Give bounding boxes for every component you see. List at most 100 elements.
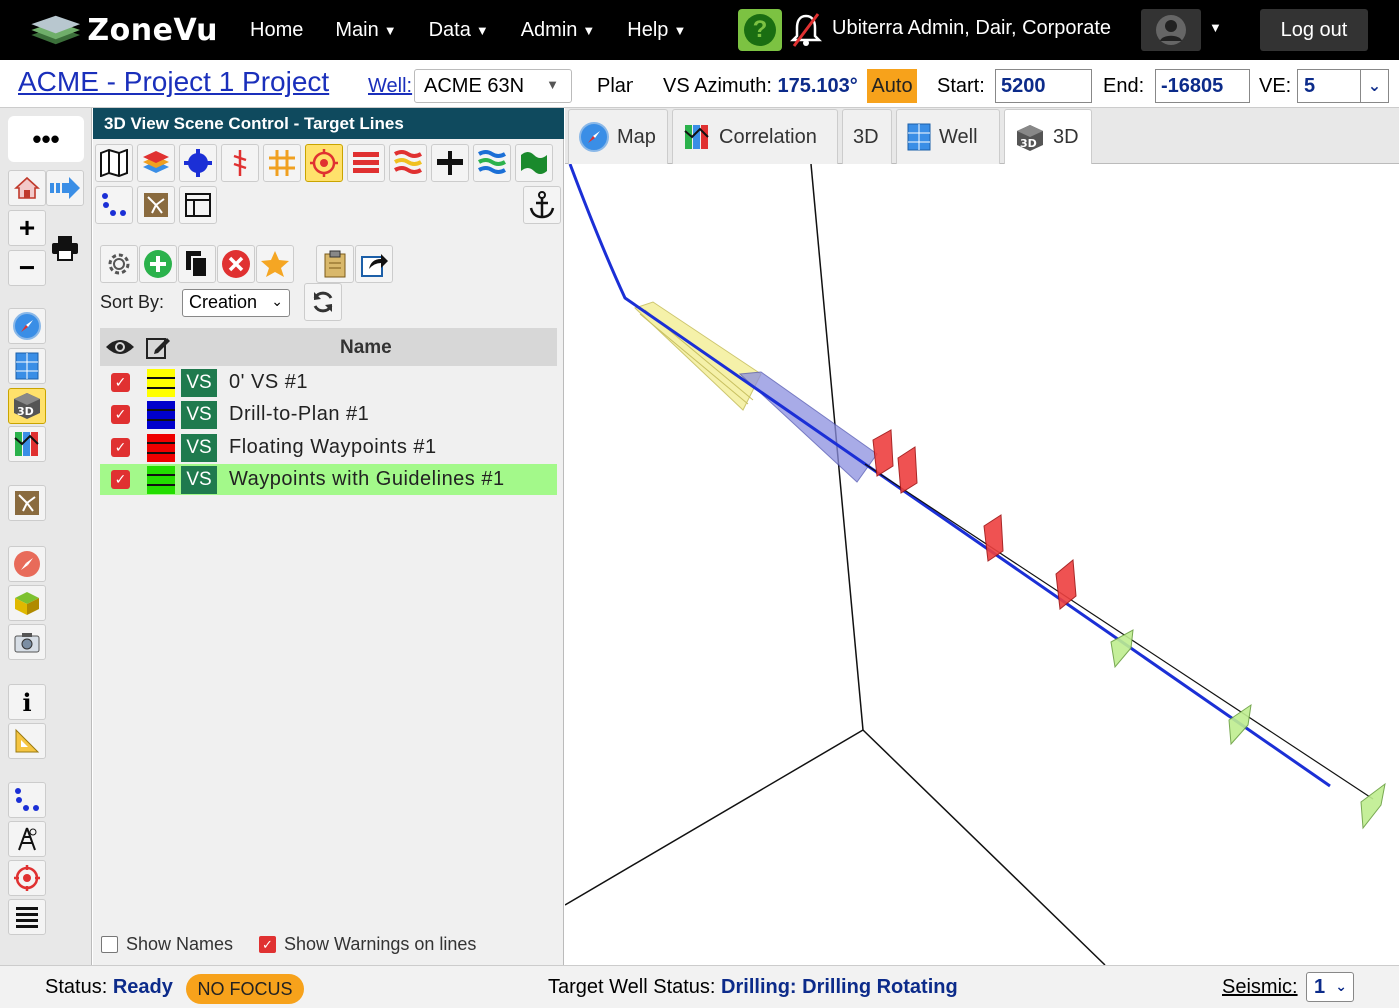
target-button[interactable]	[8, 860, 46, 896]
show-names-checkbox[interactable]	[101, 936, 118, 953]
zonevu-logo[interactable]: ZoneVu	[28, 9, 218, 51]
layers-button[interactable]	[137, 144, 175, 182]
project-title-link[interactable]: ACME - Project 1 Project	[18, 66, 329, 98]
nav-data[interactable]: Data ▼	[429, 19, 489, 42]
well-label-link[interactable]: Well:	[368, 75, 412, 98]
table-row[interactable]: ✓ VS 0' VS #1	[100, 367, 557, 398]
info-button[interactable]: i	[8, 684, 46, 720]
view-tabs: Map Correlation 3D Well 3D 3D	[565, 108, 1399, 165]
correlation-view-button[interactable]	[8, 426, 46, 462]
end-input[interactable]: -16805	[1155, 69, 1250, 103]
visible-checkbox[interactable]: ✓	[111, 405, 130, 424]
caret-down-icon: ▼	[673, 22, 687, 38]
layout-button[interactable]	[179, 186, 217, 224]
geo-volume-button[interactable]	[8, 585, 46, 621]
map-view-button[interactable]	[8, 308, 46, 344]
tab-well[interactable]: Well	[896, 109, 1000, 164]
3d-scene[interactable]	[565, 164, 1399, 965]
tab-3d[interactable]: 3D 3D	[1004, 109, 1092, 165]
horizons-red-button[interactable]	[347, 144, 385, 182]
show-names-option[interactable]: Show Names	[101, 934, 233, 955]
3d-viewport[interactable]	[565, 164, 1399, 965]
zoom-in-button[interactable]: +	[8, 210, 46, 246]
map-layer-button[interactable]	[95, 144, 133, 182]
notifications-off-icon[interactable]	[789, 12, 823, 53]
help-button[interactable]: ?	[738, 9, 782, 51]
visible-checkbox[interactable]: ✓	[111, 470, 130, 489]
seismic-label-link[interactable]: Seismic:	[1222, 976, 1298, 999]
line-color-swatch[interactable]	[147, 434, 175, 462]
3d-view-button[interactable]: 3D	[8, 388, 46, 424]
logout-button[interactable]: Log out	[1260, 9, 1368, 51]
ve-select[interactable]: 5 ⌄	[1297, 69, 1389, 103]
show-warnings-checkbox[interactable]: ✓	[259, 936, 276, 953]
show-warnings-option[interactable]: ✓ Show Warnings on lines	[259, 934, 476, 955]
anchor-button[interactable]	[523, 186, 561, 224]
auto-button[interactable]: Auto	[867, 69, 917, 103]
nav-home[interactable]: Home	[250, 19, 303, 42]
settings-button[interactable]	[100, 245, 138, 283]
user-name[interactable]: Ubiterra Admin, Dair, Corporate	[832, 17, 1111, 40]
start-input[interactable]: 5200	[995, 69, 1092, 103]
tab-3d-plain[interactable]: 3D	[842, 109, 892, 164]
floating-waypoint-marker	[897, 446, 918, 494]
line-color-swatch[interactable]	[147, 369, 175, 397]
table-row[interactable]: ✓ VS Floating Waypoints #1	[100, 432, 557, 463]
visible-checkbox[interactable]: ✓	[111, 438, 130, 457]
wells-button[interactable]	[221, 144, 259, 182]
points-layer-button[interactable]	[95, 186, 133, 224]
nav-admin[interactable]: Admin ▼	[521, 19, 596, 42]
compass-tool-button[interactable]	[8, 546, 46, 582]
refresh-button[interactable]	[304, 283, 342, 321]
line-color-swatch[interactable]	[147, 466, 175, 494]
show-names-label: Show Names	[126, 934, 234, 954]
zoom-out-button[interactable]: −	[8, 250, 46, 286]
focus-badge[interactable]: NO FOCUS	[186, 974, 304, 1004]
edit-icon[interactable]	[145, 335, 171, 361]
points-button[interactable]	[8, 782, 46, 818]
snapshot-button[interactable]	[8, 624, 46, 660]
visible-checkbox[interactable]: ✓	[111, 373, 130, 392]
horizons-button[interactable]	[8, 899, 46, 935]
faults-layer-button[interactable]	[137, 186, 175, 224]
paste-button[interactable]	[316, 245, 354, 283]
favorite-button[interactable]	[256, 245, 294, 283]
well-targets-button[interactable]	[263, 144, 301, 182]
zones-button[interactable]	[389, 144, 427, 182]
surfaces-button[interactable]	[473, 144, 511, 182]
flags-button[interactable]	[515, 144, 553, 182]
sort-by-select[interactable]: Creation ⌄	[182, 289, 290, 317]
copy-button[interactable]	[178, 245, 216, 283]
line-color-swatch[interactable]	[147, 401, 175, 429]
export-button[interactable]	[355, 245, 393, 283]
forward-button[interactable]	[46, 170, 84, 206]
name-column-header[interactable]: Name	[340, 337, 392, 359]
tab-correlation[interactable]: Correlation	[672, 109, 838, 164]
nav-main[interactable]: Main ▼	[335, 19, 396, 42]
target-lines-button[interactable]	[305, 144, 343, 182]
nav-help[interactable]: Help ▼	[627, 19, 686, 42]
well-select[interactable]: ACME 63N ▼	[414, 69, 572, 103]
table-row-selected[interactable]: ✓ VS Waypoints with Guidelines #1	[100, 464, 557, 495]
user-menu-caret-icon[interactable]: ▼	[1209, 20, 1222, 35]
seismic-select[interactable]: 1 ⌄	[1306, 972, 1354, 1002]
delete-button[interactable]	[217, 245, 255, 283]
faults-button[interactable]	[8, 485, 46, 521]
seismic-button[interactable]	[179, 144, 217, 182]
drill-rig-button[interactable]	[8, 821, 46, 857]
add-button[interactable]	[139, 245, 177, 283]
tab-map[interactable]: Map	[568, 109, 668, 164]
avatar[interactable]	[1141, 9, 1201, 51]
print-button[interactable]	[46, 230, 84, 266]
horizontal-lines-icon	[16, 907, 38, 928]
home-view-button[interactable]	[8, 170, 46, 206]
row-name: 0' VS #1	[229, 371, 308, 393]
more-button[interactable]: •••	[8, 116, 84, 162]
eye-icon[interactable]	[105, 337, 135, 357]
target-well-status-value: Drilling: Drilling Rotating	[721, 976, 958, 998]
well-view-button[interactable]	[8, 348, 46, 384]
floating-waypoint-marker	[872, 429, 894, 477]
table-row[interactable]: ✓ VS Drill-to-Plan #1	[100, 399, 557, 430]
markers-button[interactable]	[431, 144, 469, 182]
measure-button[interactable]	[8, 723, 46, 759]
